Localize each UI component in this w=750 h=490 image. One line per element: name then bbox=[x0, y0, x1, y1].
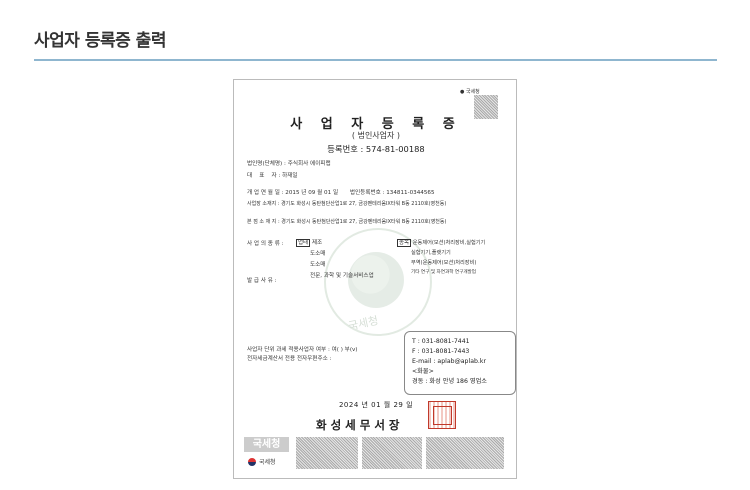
nts-logo-icon bbox=[248, 458, 256, 466]
certificate-subtitle: ( 법인사업자 ) bbox=[351, 131, 401, 140]
qr-label: ● 국세청 bbox=[460, 88, 480, 95]
barcode-block-1 bbox=[296, 437, 358, 469]
business-type-list: 업태 제조 도소매 도소매 전문, 과학 및 기술서비스업 bbox=[296, 238, 374, 279]
barcode-block-3 bbox=[426, 437, 504, 469]
field-corp-name: 법인명(단체명) : 주식회사 에이피랩 bbox=[247, 159, 331, 167]
field-issue-reason: 발 급 사 유 : bbox=[247, 278, 277, 284]
field-business-type-label: 사 업 의 종 류 : bbox=[247, 241, 284, 247]
field-value: 경기도 화성시 동탄첨단산업1로 27, 금강펜테리움IX타워 B동 2110호… bbox=[281, 201, 447, 207]
business-item: 운동제어(모션)처리장비,실험기기 bbox=[412, 240, 486, 246]
business-item: 무역(운동제어(모션)처리장비) bbox=[411, 260, 477, 266]
stamp-inner-icon bbox=[433, 406, 452, 425]
field-label: 법인명(단체명) : bbox=[247, 161, 286, 167]
type-badge: 업태 bbox=[296, 239, 311, 247]
barcode-block-2 bbox=[362, 437, 422, 469]
field-value: 하재일 bbox=[282, 173, 298, 179]
business-type: 제조 bbox=[311, 240, 323, 246]
business-registration-certificate: 국세청 ● 국세청 사 업 자 등 록 증 ( 법인사업자 ) 등록번호 : 5… bbox=[233, 79, 517, 479]
field-headoffice-address: 본 점 소 재 지 : 경기도 화성시 동탄첨단산업1로 27, 금강펜테리움I… bbox=[247, 218, 446, 225]
business-item-list: 종목 운동제어(모션)처리장비,실험기기 실험기기,플랫기기 무역(운동제어(모… bbox=[397, 238, 485, 275]
corp-registration-number: 134811-0344565 bbox=[386, 190, 435, 196]
contact-note: <화물> bbox=[412, 368, 434, 375]
business-type: 도소매 bbox=[310, 251, 326, 257]
field-open-date: 개 업 연 월 일 : 2015 년 09 월 01 일 법인등록번호 : 13… bbox=[247, 188, 435, 196]
contact-fax: F : 031-8081-7443 bbox=[412, 348, 470, 355]
field-value: 경기도 화성시 동탄첨단산업1로 27, 금강펜테리움IX타워 B동 2110호… bbox=[281, 219, 447, 225]
registration-number: 등록번호 : 574-81-00188 bbox=[327, 144, 425, 154]
e-invoice-email-line: 전자세금계산서 전용 전자우편주소 : bbox=[247, 356, 332, 362]
contact-info-box: T : 031-8081-7441 F : 031-8081-7443 E-ma… bbox=[404, 331, 516, 395]
field-representative: 대 표 자 : 하재일 bbox=[247, 171, 298, 179]
official-seal-stamp bbox=[428, 401, 456, 429]
nts-mark-icon: ● bbox=[460, 89, 465, 95]
field-value: 주식회사 에이피랩 bbox=[287, 161, 331, 167]
page-title: 사업자 등록증 출력 bbox=[34, 31, 166, 51]
field-label: 사업장 소재지 : bbox=[247, 201, 280, 207]
field-business-address: 사업장 소재지 : 경기도 화성시 동탄첨단산업1로 27, 금강펜테리움IX타… bbox=[247, 200, 446, 207]
business-type: 도소매 bbox=[310, 262, 326, 268]
contact-phone: T : 031-8081-7441 bbox=[412, 338, 470, 345]
issue-date: 2024 년 01 월 29 일 bbox=[338, 401, 414, 409]
tax-office-name: 화성세무서장 bbox=[316, 418, 404, 432]
field-label: 대 표 자 : bbox=[247, 173, 281, 179]
field-value: 2015 년 09 월 01 일 bbox=[285, 190, 339, 196]
item-badge: 종목 bbox=[397, 239, 412, 247]
tax-unit-line: 사업자 단위 과세 적용사업자 여부 : 여( ) 부(v) bbox=[247, 347, 358, 353]
business-item: 기타 연구 및 자연과학 연구개발업 bbox=[411, 270, 477, 275]
field-label: 개 업 연 월 일 : bbox=[247, 190, 284, 196]
field-label: 법인등록번호 : bbox=[349, 190, 385, 196]
contact-branch: 경동 : 화성 안녕 186 영업소 bbox=[412, 378, 487, 385]
business-item: 실험기기,플랫기기 bbox=[411, 250, 451, 256]
field-label: 본 점 소 재 지 : bbox=[247, 219, 280, 225]
contact-email: E-mail : aplab@aplab.kr bbox=[412, 358, 487, 365]
nts-footer-box: 국세청 bbox=[244, 437, 289, 452]
nts-logo-label: 국세청 bbox=[259, 459, 276, 466]
header-divider bbox=[34, 59, 717, 61]
business-type: 전문, 과학 및 기술서비스업 bbox=[310, 273, 374, 279]
